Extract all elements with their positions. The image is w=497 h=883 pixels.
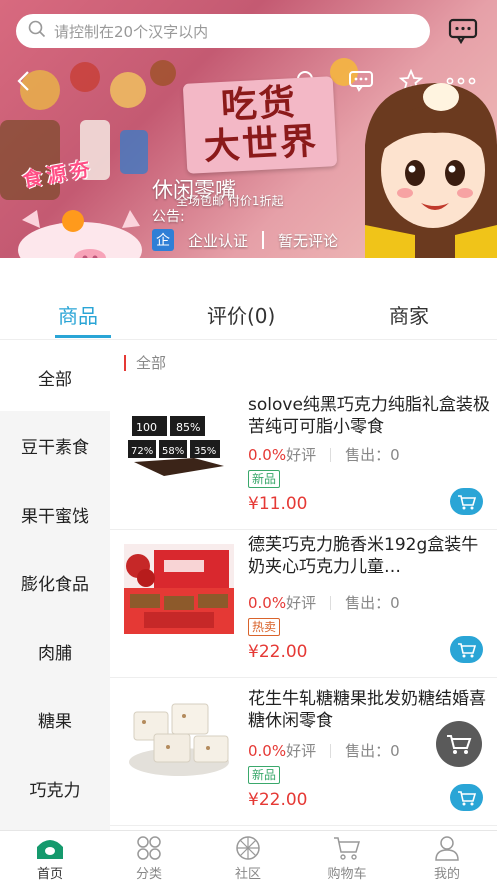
product-tag: 新品 [248, 766, 281, 784]
product-name[interactable]: solove纯黑巧克力纯脂礼盒装极苦纯可可脂小零食 [248, 394, 493, 438]
enterprise-badge: 企 [152, 229, 174, 251]
nav-home-label: 首页 [36, 867, 63, 882]
section-title: 全部 [136, 354, 167, 372]
banner-title-line1: 吃货 [219, 82, 298, 127]
category-item-puffed[interactable]: 膨化食品 [0, 548, 110, 616]
enterprise-cert-label: 企业认证 [188, 231, 249, 250]
positive-rate: 0.0% [248, 741, 287, 760]
shop-promo: 全场包邮 付价1折起 [176, 194, 284, 208]
category-item-dried-fruit[interactable]: 果干蜜饯 [0, 480, 110, 548]
search-placeholder: 请控制在20个汉字以内 [54, 22, 209, 41]
cartoon-girl-illustration [365, 83, 497, 258]
thumb-label: 85% [176, 421, 200, 434]
add-to-cart-button[interactable] [450, 636, 483, 663]
positive-rate-label: 好评 [286, 742, 317, 760]
nav-cart[interactable]: 购物车 [312, 835, 382, 883]
active-tab-indicator [55, 335, 111, 338]
product-card[interactable]: 100 85% 72% 58% 35% solove纯黑巧克力纯脂礼盒装极苦纯可… [110, 382, 497, 530]
cart-icon [334, 837, 361, 860]
cart-icon [457, 494, 476, 509]
bottom-navigation: 首页 分类 社区 购物车 我的 [0, 830, 497, 883]
review-status[interactable]: 暂无评论 [278, 230, 338, 251]
badge-divider [262, 231, 265, 249]
stats-divider [330, 595, 332, 610]
search-input[interactable]: 请控制在20个汉字以内 [16, 14, 430, 48]
banner-title-card: 吃货 大世界 [182, 76, 338, 174]
orange-decoration [62, 210, 84, 232]
category-icon [137, 836, 161, 860]
banner-title-line2: 大世界 [203, 121, 320, 168]
stats-divider [330, 743, 332, 758]
positive-rate-label: 好评 [286, 446, 317, 464]
back-icon[interactable] [8, 66, 38, 96]
section-accent-bar [124, 354, 126, 371]
search-icon [28, 20, 46, 42]
product-thumbnail: 100 85% 72% 58% 35% [124, 396, 234, 486]
nav-community-label: 社区 [234, 867, 261, 882]
product-card[interactable]: 德芙巧克力脆香米192g盒装牛奶夹心巧克力儿童… 0.0% 好评 售出：0 热卖… [110, 530, 497, 678]
food-decoration [120, 130, 148, 174]
thumb-label: 100 [136, 421, 157, 434]
home-icon [37, 840, 63, 859]
tab-products[interactable]: 商品 [58, 300, 98, 329]
category-item-chocolate[interactable]: 巧克力 [0, 754, 110, 822]
nav-home[interactable]: 首页 [15, 835, 85, 883]
category-item-candy[interactable]: 糖果 [0, 685, 110, 753]
community-icon [236, 836, 260, 860]
nav-community[interactable]: 社区 [213, 835, 283, 883]
category-item-jerky[interactable]: 肉脯 [0, 617, 110, 685]
shop-page: 请控制在20个汉字以内 吃货 大世界 休闲零嘴 全场包邮 付价1折起 公告: 企… [0, 0, 497, 883]
sales-count: 售出：0 [345, 446, 400, 464]
cart-icon [457, 790, 476, 805]
shop-banner: 请控制在20个汉字以内 吃货 大世界 休闲零嘴 全场包邮 付价1折起 公告: 企… [0, 0, 497, 258]
product-price: ¥11.00 [248, 494, 308, 514]
product-price: ¥22.00 [248, 642, 308, 662]
category-item-tofu[interactable]: 豆干素食 [0, 411, 110, 479]
shop-tabs: 商品 评价(0) 商家 [0, 288, 497, 340]
category-sidebar: 全部 豆干素食 果干蜜饯 膨化食品 肉脯 糖果 巧克力 [0, 343, 110, 830]
positive-rate: 0.0% [248, 445, 287, 464]
stats-divider [330, 447, 332, 462]
nav-category[interactable]: 分类 [114, 835, 184, 883]
sales-count: 售出：0 [345, 742, 400, 760]
tab-reviews[interactable]: 评价(0) [207, 300, 275, 329]
cart-icon [457, 642, 476, 657]
section-header: 全部 [124, 352, 166, 373]
product-thumbnail [124, 692, 234, 782]
cart-icon [447, 735, 472, 754]
product-price: ¥22.00 [248, 790, 308, 810]
floating-cart-button[interactable] [436, 721, 482, 767]
message-icon[interactable] [448, 18, 478, 45]
positive-rate-label: 好评 [286, 594, 317, 612]
add-to-cart-button[interactable] [450, 784, 483, 811]
nav-mine[interactable]: 我的 [412, 835, 482, 883]
sales-count: 售出：0 [345, 594, 400, 612]
thumb-label: 58% [162, 446, 184, 457]
product-stats: 0.0% 好评 售出：0 [248, 740, 400, 761]
nav-cart-label: 购物车 [327, 867, 367, 882]
positive-rate: 0.0% [248, 593, 287, 612]
product-thumbnail [124, 544, 234, 634]
product-name[interactable]: 德芙巧克力脆香米192g盒装牛奶夹心巧克力儿童… [248, 534, 493, 578]
add-to-cart-button[interactable] [450, 488, 483, 515]
product-tag: 新品 [248, 470, 281, 488]
product-stats: 0.0% 好评 售出：0 [248, 592, 400, 613]
product-stats: 0.0% 好评 售出：0 [248, 444, 400, 465]
shop-notice: 公告: [152, 209, 185, 225]
category-item-all[interactable]: 全部 [0, 343, 110, 411]
user-icon [435, 836, 459, 861]
nav-mine-label: 我的 [433, 867, 460, 882]
nav-category-label: 分类 [135, 867, 162, 882]
product-tag: 热卖 [248, 618, 281, 636]
shop-badges: 企 企业认证 暂无评论 [152, 229, 338, 251]
thumb-label: 35% [194, 446, 216, 457]
thumb-label: 72% [131, 446, 153, 457]
tab-merchant[interactable]: 商家 [389, 300, 429, 329]
